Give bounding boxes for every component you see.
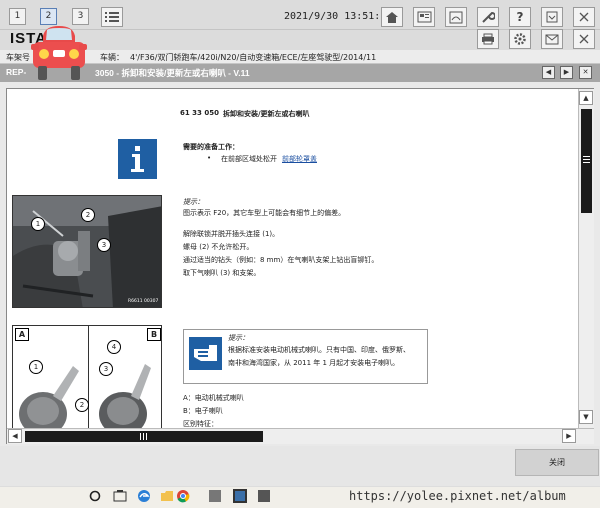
start-circle-icon[interactable] <box>88 489 102 503</box>
meter-icon <box>449 11 463 23</box>
procedure-code: 61 33 050 <box>180 109 219 117</box>
close-app-button[interactable] <box>573 7 595 27</box>
doc-back-button[interactable]: ◀ <box>542 66 555 79</box>
hint-box-line-1: 根据标准安装电动机械式喇叭。只有中国、印度、俄罗斯、 <box>228 346 410 354</box>
vehicle-label: 车辆： <box>100 53 124 62</box>
horns-illustration <box>19 364 151 428</box>
vehicle-card-icon <box>417 11 431 23</box>
step-4: 取下气喇叭 (3) 和支架。 <box>183 269 261 277</box>
triangle-left-icon: ◀ <box>545 68 552 76</box>
callout-2: 2 <box>81 208 95 222</box>
help-button[interactable]: ? <box>509 7 531 27</box>
callout-a1: 1 <box>29 360 43 374</box>
document-title-bar: REP- 3050 - 拆卸和安装/更新左或右喇叭 - V.11 <box>0 64 600 82</box>
callout-1: 1 <box>31 217 45 231</box>
horizontal-scrollbar[interactable]: ◀ ▶ <box>7 428 594 444</box>
close-button[interactable]: 关闭 <box>515 449 599 476</box>
frame-number-label: 车架号 <box>6 53 30 62</box>
printer-icon <box>482 33 494 45</box>
folder-icon[interactable] <box>160 489 174 503</box>
doc-close-button[interactable]: ✕ <box>579 66 592 79</box>
edge-browser-icon[interactable] <box>137 489 151 503</box>
minimize-button[interactable] <box>541 7 563 27</box>
vehicle-identification-row: 车架号 车辆： 4'/F36/双门轿跑车/420i/N20/自动变速箱/ECE/… <box>0 50 600 64</box>
image-code: R6611 00307 <box>128 299 159 304</box>
vehicle-description: 4'/F36/双门轿跑车/420i/N20/自动变速箱/ECE/左座驾驶型/20… <box>130 53 377 62</box>
watermark-url: https://yolee.pixnet.net/album <box>349 489 566 503</box>
settings-button[interactable] <box>509 29 531 49</box>
measuring-devices-button[interactable] <box>445 7 467 27</box>
hint-box-line-2: 南非和海湾国家，从 2011 年 1 月起才安装电子喇叭。 <box>228 359 400 367</box>
scroll-right-button[interactable]: ▶ <box>562 429 576 443</box>
list-icon <box>105 12 119 22</box>
callout-b3: 3 <box>99 362 113 376</box>
document-content: 61 33 050 拆卸和安装/更新左或右喇叭 需要的准备工作： • 在前部区域… <box>7 89 578 428</box>
vehicle-info-button[interactable] <box>413 7 435 27</box>
horn-location-photo: 1 2 3 R6611 00307 <box>12 195 162 308</box>
info-icon <box>118 139 157 179</box>
hand-note-icon <box>189 337 222 370</box>
hint-box-title: 提示： <box>228 334 249 342</box>
bullet: • <box>207 154 212 162</box>
prep-step-text: 在前部区域处松开 <box>221 155 277 163</box>
scroll-up-button[interactable]: ▲ <box>579 91 593 105</box>
front-wheel-arch-link[interactable]: 前部轮罩盖 <box>282 154 317 164</box>
help-icon: ? <box>516 10 524 24</box>
document-title: 3050 - 拆卸和安装/更新左或右喇叭 - V.11 <box>95 68 250 78</box>
home-button[interactable] <box>381 7 403 27</box>
service-functions-button[interactable] <box>477 7 499 27</box>
scroll-left-button[interactable]: ◀ <box>8 429 22 443</box>
callout-3: 3 <box>97 238 111 252</box>
step-3: 通过适当的钻头（例如：8 mm）在气喇叭支架上钻出盲铆钉。 <box>183 256 379 264</box>
task-view-icon[interactable] <box>113 489 127 503</box>
arrow-up-icon: ▲ <box>583 94 589 102</box>
list-view-button[interactable] <box>101 7 123 27</box>
datetime-display: 2021/9/30 13:51:19 <box>284 11 393 22</box>
minimize-icon <box>546 11 558 23</box>
doc-forward-button[interactable]: ▶ <box>560 66 573 79</box>
exit-button[interactable] <box>573 29 595 49</box>
hint-title: 提示： <box>183 198 204 206</box>
red-car-icon <box>31 26 87 80</box>
app-icon-gray[interactable] <box>208 489 222 503</box>
vertical-scroll-thumb[interactable] <box>581 109 592 213</box>
envelope-icon <box>545 34 559 44</box>
legend-b: B：电子喇叭 <box>183 407 223 415</box>
triangle-right-icon: ▶ <box>563 68 570 76</box>
hint-box: 提示： 根据标准安装电动机械式喇叭。只有中国、印度、俄罗斯、 南非和海湾国家，从… <box>183 329 428 384</box>
home-icon <box>386 11 398 23</box>
ista-taskbar-icon[interactable] <box>233 489 247 503</box>
close-icon <box>579 12 589 22</box>
step-2: 螺母 (2) 不允许松开。 <box>183 243 254 251</box>
session-tab-1[interactable]: 1 <box>9 8 26 25</box>
procedure-heading: 拆卸和安装/更新左或右喇叭 <box>223 110 310 118</box>
gear-icon <box>514 33 526 45</box>
horizontal-scroll-thumb[interactable] <box>25 431 263 442</box>
wrench-icon <box>482 11 495 23</box>
legend-a: A：电动机械式喇叭 <box>183 394 244 402</box>
close-icon <box>579 34 589 44</box>
print-button[interactable] <box>477 29 499 49</box>
document-viewer: 61 33 050 拆卸和安装/更新左或右喇叭 需要的准备工作： • 在前部区域… <box>6 88 594 444</box>
step-1: 解除联锁并脱开插头连接 (1)。 <box>183 230 280 238</box>
distinguishing-features: 区别特征： <box>183 420 218 428</box>
chrome-icon[interactable] <box>176 489 190 503</box>
footer-bar <box>0 446 600 486</box>
arrow-right-icon: ▶ <box>566 432 572 440</box>
close-icon: ✕ <box>582 68 589 76</box>
document-title-prefix: REP- <box>6 67 27 77</box>
callout-a2: 2 <box>75 398 89 412</box>
horn-types-diagram: A B 1 2 3 4 <box>12 325 162 428</box>
arrow-down-icon: ▼ <box>583 413 589 421</box>
scroll-down-button[interactable]: ▼ <box>579 410 593 424</box>
prep-title: 需要的准备工作： <box>183 143 239 151</box>
vertical-scrollbar[interactable]: ▲ ▼ <box>578 89 594 428</box>
hint-text: 图示表示 F20，其它车型上可能会有细节上的偏差。 <box>183 209 346 217</box>
callout-b4: 4 <box>107 340 121 354</box>
messages-button[interactable] <box>541 29 563 49</box>
arrow-left-icon: ◀ <box>12 432 18 440</box>
app-icon-dark[interactable] <box>257 489 271 503</box>
